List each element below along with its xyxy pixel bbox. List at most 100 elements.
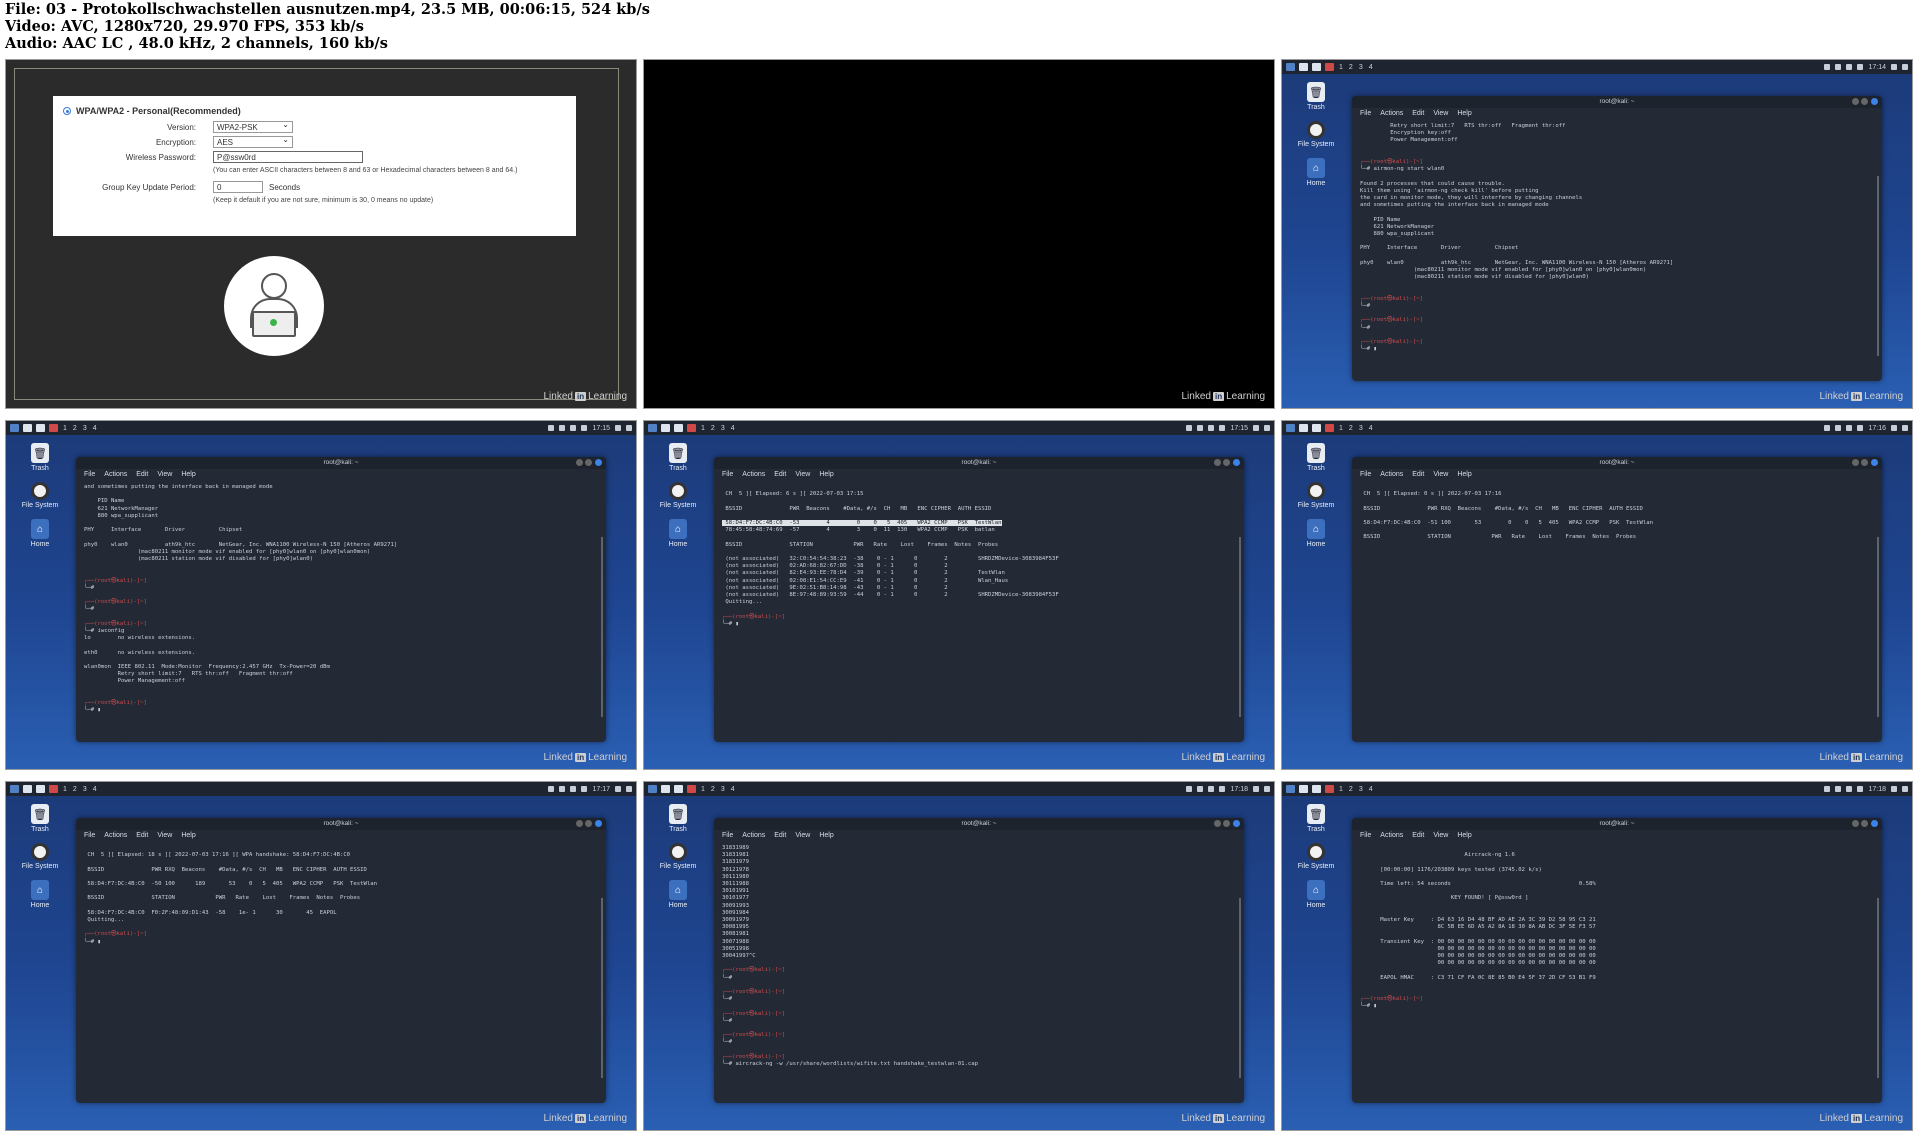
home-desktop-icon[interactable]: ⌂ Home <box>20 880 60 909</box>
menu-edit[interactable]: Edit <box>774 471 786 478</box>
menu-actions[interactable]: Actions <box>742 471 765 478</box>
power-icon[interactable] <box>1902 425 1908 431</box>
lock-icon[interactable] <box>1891 64 1897 70</box>
workspace-4[interactable]: 4 <box>92 786 98 793</box>
kali-menu-icon[interactable] <box>1286 63 1295 71</box>
workspace-2[interactable]: 2 <box>1348 425 1354 432</box>
group-key-period-input[interactable]: 0 <box>213 181 263 193</box>
menu-file[interactable]: File <box>84 471 95 478</box>
volume-icon[interactable] <box>1197 786 1204 792</box>
home-desktop-icon[interactable]: ⌂ Home <box>1296 880 1336 909</box>
trash-desktop-icon[interactable]: 🗑 Trash <box>20 443 60 472</box>
home-desktop-icon[interactable]: ⌂ Home <box>658 519 698 548</box>
workspace-2[interactable]: 2 <box>72 425 78 432</box>
trash-desktop-icon[interactable]: 🗑 Trash <box>1296 804 1336 833</box>
close-button[interactable] <box>595 820 602 827</box>
home-desktop-icon[interactable]: ⌂ Home <box>20 519 60 548</box>
workspace-2[interactable]: 2 <box>1348 786 1354 793</box>
display-icon[interactable] <box>1824 425 1831 431</box>
menu-file[interactable]: File <box>1360 471 1371 478</box>
notification-bell-icon[interactable] <box>570 425 577 431</box>
files-icon[interactable] <box>1299 424 1308 432</box>
terminal-scrollbar[interactable] <box>1239 898 1241 1078</box>
workspace-1[interactable]: 1 <box>62 786 68 793</box>
minimize-button[interactable] <box>576 820 583 827</box>
minimize-button[interactable] <box>576 459 583 466</box>
files-icon[interactable] <box>661 785 670 793</box>
workspace-3[interactable]: 3 <box>1358 64 1364 71</box>
display-icon[interactable] <box>1824 64 1831 70</box>
kali-menu-icon[interactable] <box>10 785 19 793</box>
filesystem-desktop-icon[interactable]: File System <box>658 843 698 870</box>
menu-file[interactable]: File <box>1360 832 1371 839</box>
filesystem-desktop-icon[interactable]: File System <box>1296 843 1336 870</box>
maximize-button[interactable] <box>1861 820 1868 827</box>
files-icon[interactable] <box>1299 785 1308 793</box>
filesystem-desktop-icon[interactable]: File System <box>658 482 698 509</box>
close-button[interactable] <box>1871 820 1878 827</box>
minimize-button[interactable] <box>1214 459 1221 466</box>
workspace-1[interactable]: 1 <box>1338 786 1344 793</box>
browser-icon[interactable] <box>687 785 696 793</box>
terminal-window[interactable]: root@kali: ~ File Actions Edit View Help and… <box>76 457 606 742</box>
browser-icon[interactable] <box>1325 63 1334 71</box>
menu-help[interactable]: Help <box>819 832 833 839</box>
notification-bell-icon[interactable] <box>1846 425 1853 431</box>
terminal-icon[interactable] <box>1312 424 1321 432</box>
filesystem-desktop-icon[interactable]: File System <box>1296 482 1336 509</box>
terminal-scrollbar[interactable] <box>1877 898 1879 1078</box>
workspace-4[interactable]: 4 <box>1368 425 1374 432</box>
menu-help[interactable]: Help <box>1457 110 1471 117</box>
terminal-window[interactable]: root@kali: ~ File Actions Edit View Help CH … <box>1352 457 1882 742</box>
trash-desktop-icon[interactable]: 🗑 Trash <box>1296 443 1336 472</box>
menu-edit[interactable]: Edit <box>1412 832 1424 839</box>
workspace-4[interactable]: 4 <box>730 786 736 793</box>
menu-actions[interactable]: Actions <box>742 832 765 839</box>
filesystem-desktop-icon[interactable]: File System <box>20 843 60 870</box>
kali-menu-icon[interactable] <box>10 424 19 432</box>
terminal-scrollbar[interactable] <box>1239 537 1241 717</box>
kali-menu-icon[interactable] <box>1286 424 1295 432</box>
home-desktop-icon[interactable]: ⌂ Home <box>658 880 698 909</box>
volume-icon[interactable] <box>1835 425 1842 431</box>
terminal-icon[interactable] <box>36 785 45 793</box>
menu-view[interactable]: View <box>157 832 172 839</box>
terminal-window[interactable]: root@kali: ~ File Actions Edit View Help Air… <box>1352 818 1882 1103</box>
workspace-1[interactable]: 1 <box>700 786 706 793</box>
display-icon[interactable] <box>1824 786 1831 792</box>
browser-icon[interactable] <box>49 424 58 432</box>
trash-desktop-icon[interactable]: 🗑 Trash <box>1296 82 1336 111</box>
terminal-icon[interactable] <box>674 785 683 793</box>
browser-icon[interactable] <box>49 785 58 793</box>
menu-help[interactable]: Help <box>819 471 833 478</box>
browser-icon[interactable] <box>1325 424 1334 432</box>
menu-file[interactable]: File <box>84 832 95 839</box>
menu-edit[interactable]: Edit <box>774 832 786 839</box>
minimize-button[interactable] <box>1852 459 1859 466</box>
files-icon[interactable] <box>661 424 670 432</box>
terminal-scrollbar[interactable] <box>601 537 603 717</box>
workspace-4[interactable]: 4 <box>92 425 98 432</box>
terminal-window[interactable]: root@kali: ~ File Actions Edit View Help 318… <box>714 818 1244 1103</box>
files-icon[interactable] <box>23 424 32 432</box>
workspace-2[interactable]: 2 <box>1348 64 1354 71</box>
encryption-select[interactable]: AES <box>213 135 293 148</box>
notification-bell-icon[interactable] <box>570 786 577 792</box>
menu-help[interactable]: Help <box>1457 832 1471 839</box>
close-button[interactable] <box>1871 98 1878 105</box>
menu-help[interactable]: Help <box>1457 471 1471 478</box>
notification-bell-icon[interactable] <box>1846 786 1853 792</box>
maximize-button[interactable] <box>1861 459 1868 466</box>
workspace-3[interactable]: 3 <box>82 786 88 793</box>
menu-view[interactable]: View <box>1433 110 1448 117</box>
terminal-scrollbar[interactable] <box>601 898 603 1078</box>
trash-desktop-icon[interactable]: 🗑 Trash <box>658 443 698 472</box>
menu-view[interactable]: View <box>795 471 810 478</box>
menu-help[interactable]: Help <box>181 832 195 839</box>
terminal-icon[interactable] <box>1312 785 1321 793</box>
terminal-scrollbar[interactable] <box>1877 176 1879 356</box>
workspace-2[interactable]: 2 <box>72 786 78 793</box>
wireless-password-input[interactable]: P@ssw0rd <box>213 151 363 163</box>
terminal-icon[interactable] <box>36 424 45 432</box>
power-icon[interactable] <box>626 786 632 792</box>
